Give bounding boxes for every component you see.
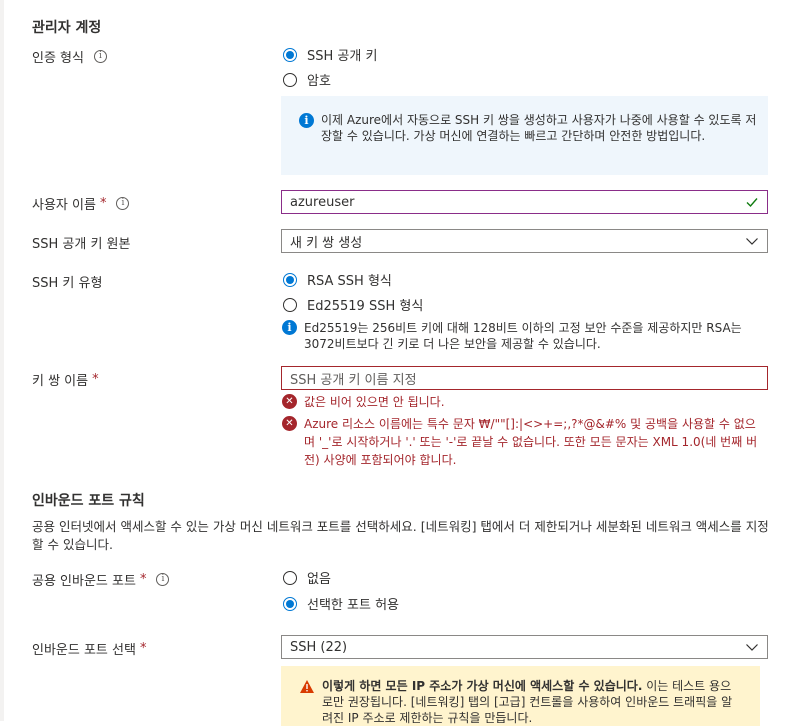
info-icon[interactable]: i: [116, 197, 130, 210]
keypair-error-empty: ✕ 값은 비어 있으면 안 됩니다.: [282, 394, 445, 410]
select-ports-value: SSH (22): [290, 639, 348, 655]
public-ports-option-allow-label: 선택한 포트 허용: [307, 598, 399, 613]
auth-info-text: 이제 Azure에서 자동으로 SSH 키 쌍을 생성하고 사용자가 나중에 사…: [321, 113, 757, 143]
required-mark: *: [139, 641, 147, 656]
auth-type-label-text: 인증 형식: [32, 51, 84, 66]
info-icon[interactable]: i: [93, 50, 107, 63]
error-icon: ✕: [282, 416, 297, 431]
auth-info-box: i 이제 Azure에서 자동으로 SSH 키 쌍을 생성하고 사용자가 나중에…: [281, 96, 768, 175]
required-mark: *: [92, 372, 99, 387]
error-icon: ✕: [282, 394, 297, 409]
public-ports-label-text: 공용 인바운드 포트: [32, 574, 136, 589]
keypair-error-empty-text: 값은 비어 있으면 안 됩니다.: [304, 395, 445, 409]
ssh-source-label: SSH 공개 키 원본: [32, 237, 131, 252]
required-mark: *: [139, 572, 147, 587]
ssh-type-option-ed25519[interactable]: Ed25519 SSH 형식: [283, 295, 423, 314]
required-mark: *: [99, 196, 107, 211]
keypair-placeholder: SSH 공개 키 이름 지정: [290, 372, 417, 388]
keypair-label: 키 쌍 이름 *: [32, 370, 99, 389]
keypair-input[interactable]: SSH 공개 키 이름 지정: [281, 366, 768, 390]
keypair-error-chars-text: Azure 리소스 이름에는 특수 문자 ₩/""[]:|<>+=;,?*@&#…: [304, 417, 758, 467]
public-ports-option-allow[interactable]: 선택한 포트 허용: [283, 594, 399, 613]
inbound-section-title: 인바운드 포트 규칙: [32, 493, 145, 509]
radio-checked-icon[interactable]: [283, 272, 297, 287]
checkmark-icon: [746, 198, 758, 208]
public-ports-option-none-label: 없음: [307, 572, 331, 587]
inbound-warning-box: 이렇게 하면 모든 IP 주소가 가상 머신에 액세스할 수 있습니다. 이는 …: [281, 666, 760, 726]
username-input[interactable]: azureuser: [281, 190, 768, 214]
info-icon: i: [282, 320, 297, 335]
info-icon[interactable]: i: [156, 573, 170, 586]
keypair-label-text: 키 쌍 이름: [32, 374, 89, 389]
radio-unchecked-icon[interactable]: [283, 72, 297, 87]
auth-info-content: i 이제 Azure에서 자동으로 SSH 키 쌍을 생성하고 사용자가 나중에…: [299, 113, 763, 144]
auth-option-ssh[interactable]: SSH 공개 키: [283, 45, 377, 64]
auth-option-ssh-label: SSH 공개 키: [307, 49, 378, 64]
radio-unchecked-icon[interactable]: [283, 297, 297, 312]
inbound-warning-text: 이렇게 하면 모든 IP 주소가 가상 머신에 액세스할 수 있습니다. 이는 …: [322, 678, 740, 726]
inbound-warning-content: 이렇게 하면 모든 IP 주소가 가상 머신에 액세스할 수 있습니다. 이는 …: [299, 679, 740, 726]
ssh-type-info-text: Ed25519는 256비트 키에 대해 128비트 이하의 고정 보안 수준을…: [304, 321, 742, 351]
public-ports-option-none[interactable]: 없음: [283, 568, 331, 587]
username-label: 사용자 이름 * i: [32, 194, 130, 213]
info-icon: i: [299, 113, 314, 128]
ssh-source-value: 새 키 쌍 생성: [290, 235, 363, 251]
admin-section-title: 관리자 계정: [32, 20, 102, 36]
radio-checked-icon[interactable]: [283, 47, 297, 62]
ssh-source-dropdown[interactable]: 새 키 쌍 생성: [281, 229, 768, 253]
auth-option-password[interactable]: 암호: [283, 70, 331, 89]
auth-option-password-label: 암호: [307, 74, 331, 89]
select-ports-label-text: 인바운드 포트 선택: [32, 643, 136, 658]
username-label-text: 사용자 이름: [32, 198, 96, 213]
left-edge: [0, 0, 4, 721]
auth-type-label: 인증 형식 i: [32, 47, 107, 66]
chevron-down-icon: [746, 644, 758, 651]
keypair-error-chars: ✕ Azure 리소스 이름에는 특수 문자 ₩/""[]:|<>+=;,?*@…: [282, 416, 766, 469]
inbound-description: 공용 인터넷에서 액세스할 수 있는 가상 머신 네트워크 포트를 선택하세요.…: [32, 519, 769, 552]
radio-checked-icon[interactable]: [283, 596, 297, 611]
ssh-type-label: SSH 키 유형: [32, 276, 103, 291]
ssh-type-info: i Ed25519는 256비트 키에 대해 128비트 이하의 고정 보안 수…: [282, 320, 766, 352]
username-value: azureuser: [290, 194, 355, 210]
radio-unchecked-icon[interactable]: [283, 570, 297, 585]
ssh-type-option-rsa[interactable]: RSA SSH 형식: [283, 270, 392, 289]
warning-icon: [300, 680, 314, 693]
select-ports-dropdown[interactable]: SSH (22): [281, 635, 768, 659]
chevron-down-icon: [746, 238, 758, 245]
ssh-type-option-rsa-label: RSA SSH 형식: [307, 274, 392, 289]
public-ports-label: 공용 인바운드 포트 * i: [32, 570, 170, 589]
select-ports-label: 인바운드 포트 선택 *: [32, 639, 146, 658]
inbound-warning-bold: 이렇게 하면 모든 IP 주소가 가상 머신에 액세스할 수 있습니다.: [322, 679, 643, 693]
ssh-type-option-ed25519-label: Ed25519 SSH 형식: [307, 299, 424, 314]
